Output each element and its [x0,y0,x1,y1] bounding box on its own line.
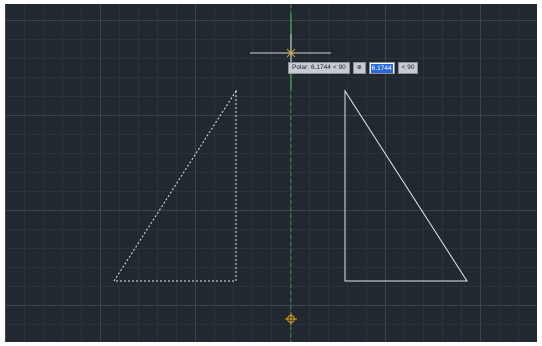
drawing-svg [113,4,468,342]
lock-toggle[interactable]: ⊕ [352,62,366,74]
mirror-preview-triangle [113,89,237,282]
source-triangle[interactable] [344,89,468,282]
drawing-canvas[interactable] [5,4,537,342]
polar-angle: < 90 [332,64,346,71]
distance-input-value: 6.1744 [370,63,393,73]
angle-input-value: < 90 [401,64,415,71]
polar-distance: 6.1744 [310,64,331,71]
distance-input[interactable]: 6.1744 [368,62,395,74]
base-point-marker-icon [285,313,297,325]
angle-input[interactable]: < 90 [397,62,419,74]
dynamic-input-tooltip: Polar: 6.1744 < 90 ⊕ 6.1744 < 90 [288,62,419,74]
polar-readout: Polar: 6.1744 < 90 [288,62,350,74]
app-window: Polar: 6.1744 < 90 ⊕ 6.1744 < 90 [0,0,542,346]
polar-label: Polar: [292,64,309,71]
lock-icon: ⊕ [356,64,362,71]
